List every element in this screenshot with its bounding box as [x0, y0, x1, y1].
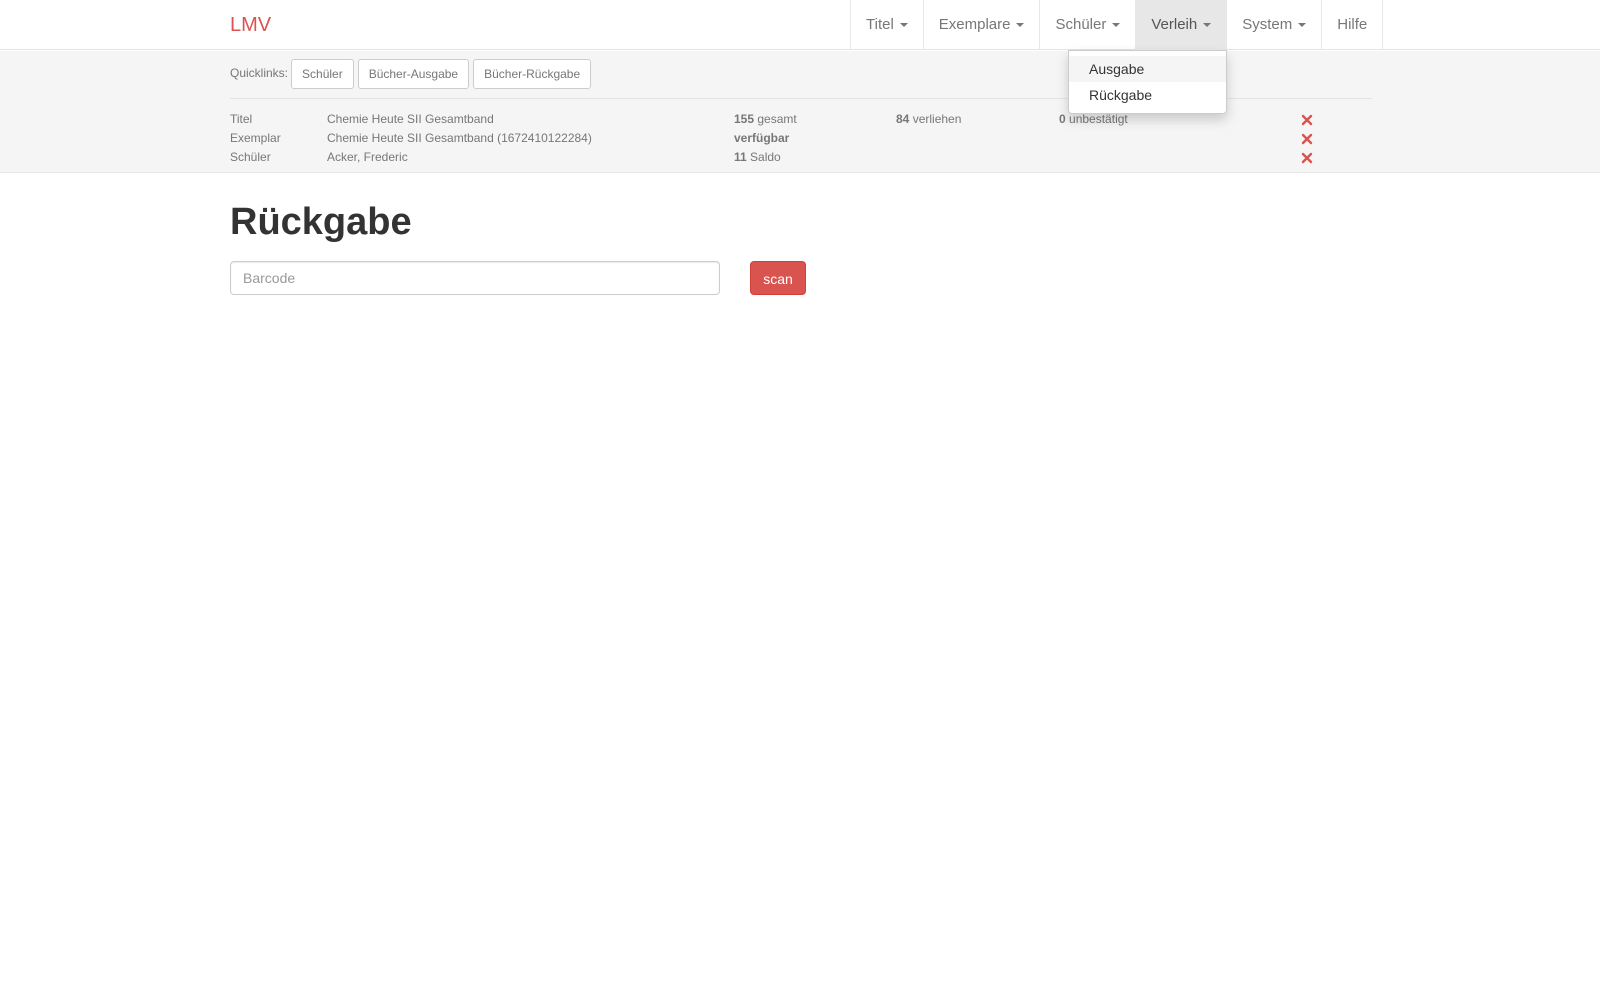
titel-gesamt-stat: 155 gesamt [734, 110, 797, 129]
info-row-exemplar: Exemplar Chemie Heute SII Gesamtband (16… [0, 129, 1600, 148]
caret-down-icon [1112, 23, 1121, 28]
quicklinks: Quicklinks: Schüler Bücher-Ausgabe Büche… [230, 59, 595, 89]
nav-schueler-label: Schüler [1055, 16, 1107, 33]
quicklink-buecher-ausgabe-button[interactable]: Bücher-Ausgabe [357, 59, 470, 89]
quicklink-buecher-rueckgabe-button[interactable]: Bücher-Rückgabe [473, 59, 592, 89]
saldo-label: Saldo [750, 150, 781, 164]
dropdown-item-rueckgabe[interactable]: Rückgabe [1069, 82, 1226, 108]
scan-button[interactable]: scan [750, 261, 806, 295]
exemplar-status: verfügbar [734, 129, 789, 148]
verleih-dropdown-menu: Ausgabe Rückgabe [1068, 50, 1227, 114]
schueler-saldo-stat: 11 Saldo [734, 148, 781, 167]
remove-titel-icon[interactable] [1301, 110, 1313, 129]
quicklinks-label: Quicklinks: [230, 66, 289, 80]
remove-exemplar-icon[interactable] [1301, 129, 1313, 148]
nav-titel[interactable]: Titel [851, 0, 924, 50]
nav-system-label: System [1242, 16, 1293, 33]
navbar: LMV Titel Exemplare Schüler Verleih Syst… [0, 0, 1600, 50]
nav-exemplare[interactable]: Exemplare [924, 0, 1041, 50]
info-exemplar-value: Chemie Heute SII Gesamtband (16724101222… [327, 131, 592, 145]
nav-hilfe[interactable]: Hilfe [1322, 0, 1384, 50]
info-schueler-label: Schüler [230, 150, 271, 164]
dropdown-item-ausgabe[interactable]: Ausgabe [1069, 56, 1226, 82]
brand-link[interactable]: LMV [230, 0, 271, 50]
info-row-titel: Titel Chemie Heute SII Gesamtband 155 ge… [0, 110, 1600, 129]
caret-down-icon [899, 23, 908, 28]
nav-titel-label: Titel [866, 16, 894, 33]
caret-down-icon [1203, 23, 1212, 28]
verliehen-label: verliehen [912, 112, 962, 126]
gesamt-label: gesamt [757, 112, 797, 126]
saldo-count: 11 [734, 150, 747, 164]
verliehen-count: 84 [896, 112, 910, 126]
unbestaetigt-label: unbestätigt [1069, 112, 1128, 126]
nav-verleih-label: Verleih [1151, 16, 1198, 33]
exemplar-status-value: verfügbar [734, 131, 790, 145]
nav-system[interactable]: System [1227, 0, 1323, 50]
titel-verliehen-stat: 84 verliehen [896, 110, 961, 129]
unbestaetigt-count: 0 [1059, 112, 1066, 126]
info-bar: Quicklinks: Schüler Bücher-Ausgabe Büche… [0, 51, 1600, 173]
nav-hilfe-label: Hilfe [1337, 16, 1368, 33]
page-title: Rückgabe [230, 201, 412, 243]
nav-schueler[interactable]: Schüler [1040, 0, 1137, 50]
caret-down-icon [1016, 23, 1025, 28]
quicklink-schueler-button[interactable]: Schüler [291, 59, 354, 89]
info-row-schueler: Schüler Acker, Frederic 11 Saldo [0, 148, 1600, 167]
main-nav: Titel Exemplare Schüler Verleih System H… [850, 0, 1384, 50]
nav-verleih[interactable]: Verleih [1136, 0, 1228, 50]
caret-down-icon [1298, 23, 1307, 28]
info-titel-label: Titel [230, 112, 253, 126]
remove-schueler-icon[interactable] [1301, 148, 1313, 167]
barcode-input[interactable] [230, 261, 720, 295]
info-titel-value: Chemie Heute SII Gesamtband [327, 112, 494, 126]
nav-exemplare-label: Exemplare [938, 16, 1011, 33]
info-exemplar-label: Exemplar [230, 131, 281, 145]
gesamt-count: 155 [734, 112, 755, 126]
info-schueler-value: Acker, Frederic [327, 150, 408, 164]
